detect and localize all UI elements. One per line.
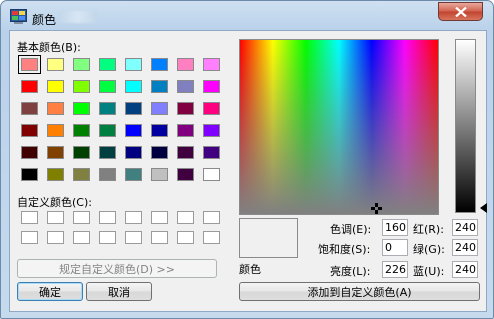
basic-color-swatch[interactable] — [177, 146, 194, 159]
title-blur — [59, 11, 97, 23]
crosshair-icon — [371, 203, 382, 214]
basic-color-swatch[interactable] — [73, 168, 90, 181]
basic-color-swatch[interactable] — [151, 80, 168, 93]
color-solid-sample — [239, 218, 298, 258]
basic-colors-label: 基本颜色(B): — [17, 41, 81, 54]
basic-color-swatch[interactable] — [99, 124, 116, 137]
luminance-label: 亮度(L): — [330, 265, 371, 278]
custom-color-swatch[interactable] — [21, 231, 38, 244]
saturation-label: 饱和度(S): — [318, 243, 371, 256]
blue-label: 蓝(U): — [413, 265, 445, 278]
basic-color-swatch[interactable] — [99, 146, 116, 159]
basic-color-swatch[interactable] — [203, 146, 220, 159]
basic-color-swatch[interactable] — [21, 102, 38, 115]
custom-color-swatch[interactable] — [151, 211, 168, 224]
basic-color-swatch[interactable] — [73, 58, 90, 71]
basic-color-swatch[interactable] — [203, 124, 220, 137]
luminance-input[interactable]: 226 — [382, 261, 408, 278]
basic-color-swatch[interactable] — [47, 168, 64, 181]
basic-color-swatch[interactable] — [151, 168, 168, 181]
basic-color-swatch[interactable] — [47, 146, 64, 159]
basic-color-swatch[interactable] — [177, 168, 194, 181]
hue-label: 色调(E): — [330, 223, 372, 236]
basic-color-swatch[interactable] — [203, 102, 220, 115]
basic-color-swatch[interactable] — [125, 124, 142, 137]
color-solid-label: 颜色 — [239, 263, 261, 276]
saturation-gradient — [240, 40, 438, 214]
red-label: 红(R): — [413, 223, 444, 236]
ok-button[interactable]: 确定 — [17, 282, 83, 301]
basic-color-swatch[interactable] — [125, 168, 142, 181]
basic-color-swatch[interactable] — [203, 80, 220, 93]
custom-color-swatch[interactable] — [177, 211, 194, 224]
close-button[interactable] — [438, 2, 483, 21]
basic-color-swatch[interactable] — [177, 124, 194, 137]
custom-colors-label: 自定义颜色(C): — [17, 196, 92, 209]
close-icon — [454, 6, 467, 17]
custom-color-swatch[interactable] — [99, 211, 116, 224]
red-input[interactable]: 240 — [452, 219, 478, 236]
custom-color-swatch[interactable] — [21, 211, 38, 224]
basic-color-swatch[interactable] — [151, 102, 168, 115]
basic-color-swatch[interactable] — [177, 102, 194, 115]
basic-color-swatch[interactable] — [21, 80, 38, 93]
basic-color-swatch[interactable] — [125, 80, 142, 93]
basic-color-swatch[interactable] — [18, 55, 41, 74]
basic-color-swatch[interactable] — [99, 168, 116, 181]
add-to-custom-colors-button[interactable]: 添加到自定义颜色(A) — [239, 282, 480, 301]
basic-color-swatch[interactable] — [99, 58, 116, 71]
basic-color-swatch[interactable] — [151, 124, 168, 137]
color-spectrum[interactable] — [239, 39, 439, 215]
basic-color-swatch[interactable] — [21, 124, 38, 137]
basic-color-swatch[interactable] — [47, 58, 64, 71]
saturation-input[interactable]: 0 — [382, 239, 408, 256]
custom-color-swatch[interactable] — [125, 211, 142, 224]
basic-color-swatch[interactable] — [177, 58, 194, 71]
custom-color-swatch[interactable] — [177, 231, 194, 244]
custom-color-swatch[interactable] — [73, 231, 90, 244]
basic-color-swatch[interactable] — [151, 146, 168, 159]
blue-input[interactable]: 240 — [452, 261, 478, 278]
basic-color-swatch[interactable] — [21, 146, 38, 159]
basic-color-swatch[interactable] — [47, 124, 64, 137]
basic-color-swatch[interactable] — [21, 168, 38, 181]
hue-input[interactable]: 160 — [382, 219, 408, 236]
window-title: 颜色 — [32, 13, 57, 27]
color-dialog-window: 颜色 基本颜色(B): 自定义颜色(C): 规定自定义颜色(D) >> 确定 取… — [0, 0, 494, 319]
define-custom-colors-button[interactable]: 规定自定义颜色(D) >> — [17, 259, 217, 278]
custom-color-swatch[interactable] — [125, 231, 142, 244]
basic-color-swatch[interactable] — [47, 102, 64, 115]
custom-color-swatch[interactable] — [47, 211, 64, 224]
green-label: 绿(G): — [413, 243, 445, 256]
basic-color-swatch[interactable] — [177, 80, 194, 93]
custom-color-swatch[interactable] — [203, 211, 220, 224]
color-palette-app-icon — [10, 9, 27, 24]
custom-color-swatch[interactable] — [73, 211, 90, 224]
custom-color-swatch[interactable] — [47, 231, 64, 244]
basic-color-swatch[interactable] — [125, 146, 142, 159]
basic-color-swatch[interactable] — [99, 102, 116, 115]
basic-color-swatch[interactable] — [125, 58, 142, 71]
basic-color-swatch[interactable] — [73, 124, 90, 137]
basic-color-swatch[interactable] — [73, 102, 90, 115]
basic-color-swatch[interactable] — [73, 146, 90, 159]
custom-color-swatch[interactable] — [151, 231, 168, 244]
custom-color-swatch[interactable] — [203, 231, 220, 244]
custom-color-swatch[interactable] — [99, 231, 116, 244]
cancel-button[interactable]: 取消 — [86, 282, 152, 301]
basic-color-swatch[interactable] — [99, 80, 116, 93]
basic-color-swatch[interactable] — [203, 58, 220, 71]
luminance-arrow-icon[interactable] — [480, 203, 487, 213]
green-input[interactable]: 240 — [452, 239, 478, 256]
basic-color-swatch[interactable] — [125, 102, 142, 115]
dialog-client-area: 基本颜色(B): 自定义颜色(C): 规定自定义颜色(D) >> 确定 取消 颜… — [9, 30, 487, 312]
basic-color-swatch[interactable] — [203, 168, 220, 181]
basic-color-swatch[interactable] — [73, 80, 90, 93]
basic-color-swatch[interactable] — [151, 58, 168, 71]
luminance-slider[interactable] — [455, 39, 476, 213]
basic-color-swatch[interactable] — [47, 80, 64, 93]
